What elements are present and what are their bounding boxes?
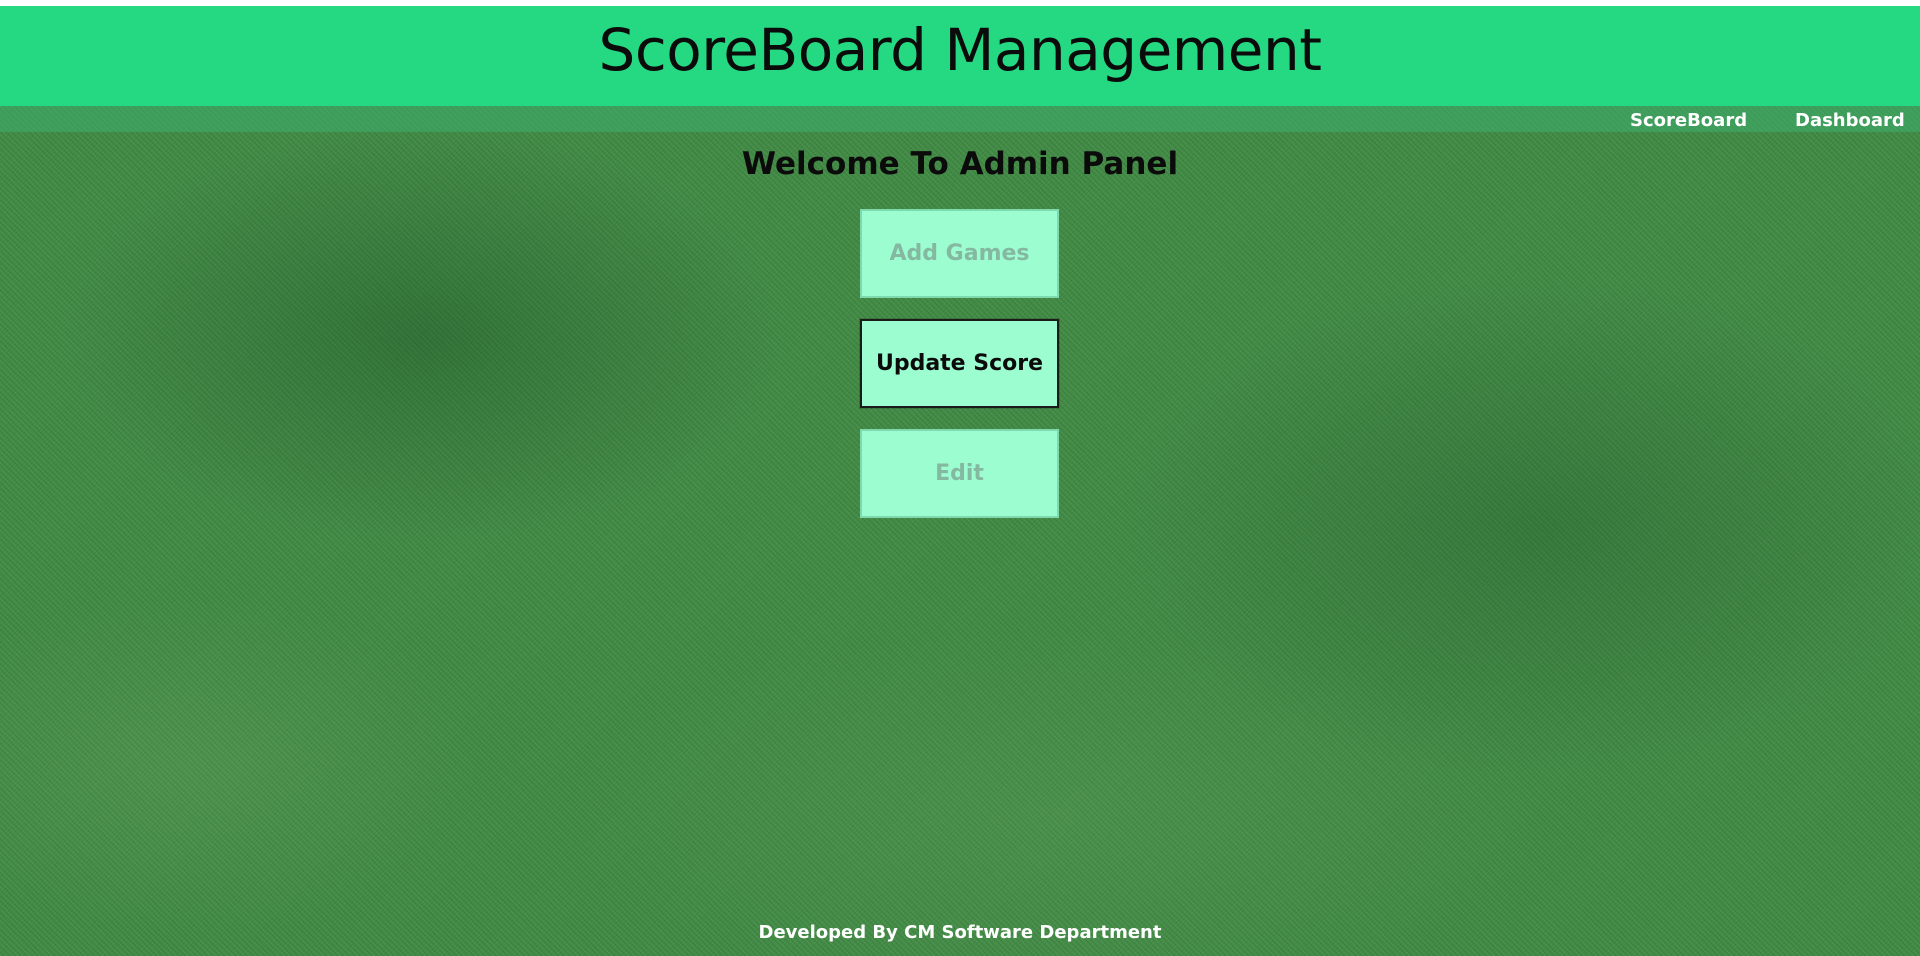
edit-button[interactable]: Edit bbox=[860, 429, 1059, 518]
update-score-button[interactable]: Update Score bbox=[860, 319, 1059, 408]
nav-link-dashboard[interactable]: Dashboard bbox=[1795, 110, 1905, 131]
site-title: ScoreBoard Management bbox=[598, 16, 1322, 84]
add-games-button[interactable]: Add Games bbox=[860, 209, 1059, 298]
welcome-heading: Welcome To Admin Panel bbox=[741, 146, 1179, 182]
nav-link-scoreboard[interactable]: ScoreBoard bbox=[1630, 110, 1747, 131]
footer-credit: Developed By CM Software Department bbox=[758, 922, 1162, 943]
navbar: ScoreBoard Dashboard bbox=[0, 106, 1920, 132]
site-header: ScoreBoard Management bbox=[0, 6, 1920, 106]
